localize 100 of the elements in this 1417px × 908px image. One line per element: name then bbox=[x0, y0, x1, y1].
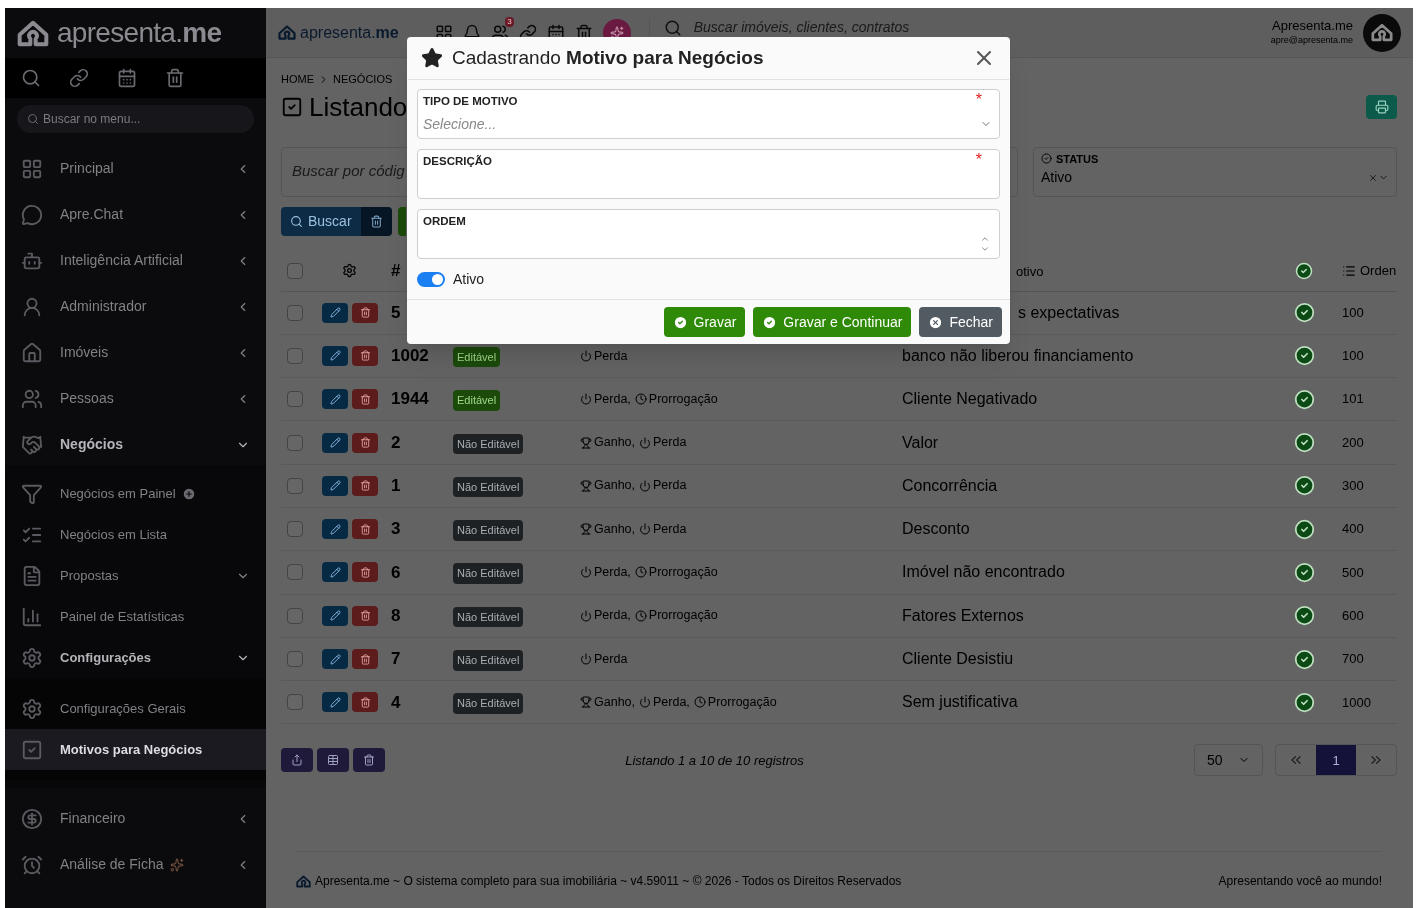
search-button[interactable]: Buscar bbox=[281, 206, 361, 236]
brand-logo-text: apresenta.me bbox=[57, 16, 222, 50]
column-header[interactable]: Orden bbox=[1360, 260, 1397, 281]
close-button[interactable]: Fechar bbox=[919, 307, 1002, 337]
trophy-icon bbox=[580, 436, 592, 449]
printer-icon bbox=[1374, 100, 1389, 114]
row-checkbox[interactable] bbox=[287, 651, 303, 667]
edit-button[interactable] bbox=[322, 432, 348, 453]
columns-button[interactable] bbox=[317, 748, 349, 773]
power-icon bbox=[580, 653, 592, 665]
delete-button[interactable] bbox=[352, 605, 378, 626]
sidebar-item[interactable]: Imóveis bbox=[5, 332, 266, 373]
bulk-delete-button[interactable] bbox=[353, 748, 385, 773]
delete-button[interactable] bbox=[352, 345, 378, 366]
trash-icon bbox=[359, 350, 371, 362]
edit-button[interactable] bbox=[322, 389, 348, 410]
page-button[interactable]: 1 bbox=[1316, 745, 1356, 776]
trophy-icon bbox=[580, 523, 592, 536]
edit-button[interactable] bbox=[322, 562, 348, 583]
sidebar-item[interactable]: Pessoas bbox=[5, 378, 266, 419]
sidebar-item[interactable]: Administrador bbox=[5, 286, 266, 327]
row-checkbox[interactable] bbox=[287, 434, 303, 451]
sidebar-item[interactable]: Motivos para Negócios bbox=[5, 729, 266, 770]
row-checkbox[interactable] bbox=[287, 607, 303, 624]
row-checkbox[interactable] bbox=[287, 521, 303, 538]
search-icon bbox=[290, 214, 303, 228]
save-button[interactable]: Gravar e Continuar bbox=[753, 307, 912, 337]
column-header[interactable]: otivo bbox=[1016, 261, 1044, 281]
input-field[interactable]: DESCRIÇÃO * bbox=[417, 149, 1000, 199]
row-checkbox[interactable] bbox=[287, 391, 303, 408]
edit-button[interactable] bbox=[322, 519, 348, 540]
id-cell-text: 7 bbox=[391, 648, 402, 671]
clear-icon[interactable] bbox=[1368, 172, 1378, 183]
sidebar-item[interactable]: Configurações bbox=[5, 637, 266, 678]
input-field[interactable]: ORDEM bbox=[417, 209, 1000, 259]
print-button[interactable] bbox=[1366, 95, 1397, 119]
id-cell-text: 5 bbox=[391, 301, 402, 324]
delete-button[interactable] bbox=[352, 389, 378, 410]
sidebar-item[interactable]: Propostas bbox=[5, 555, 266, 596]
user-email: apre@apresenta.me bbox=[1270, 33, 1353, 47]
type-label: Perda bbox=[653, 477, 687, 495]
add-icon[interactable] bbox=[181, 486, 196, 501]
sidebar-item[interactable]: Negócios bbox=[5, 424, 266, 465]
row-checkbox[interactable] bbox=[287, 694, 303, 711]
logo-icon bbox=[278, 25, 296, 40]
clock-icon bbox=[634, 609, 647, 622]
select-field[interactable]: TIPO DE MOTIVO * Selecione... bbox=[417, 89, 1000, 139]
delete-button[interactable] bbox=[352, 432, 378, 453]
select-all-checkbox[interactable] bbox=[287, 262, 303, 279]
order-cell-text: 100 bbox=[1342, 303, 1365, 322]
page-size-select[interactable]: 50 bbox=[1194, 744, 1263, 777]
sidebar-item[interactable]: Principal bbox=[5, 148, 266, 189]
clear-filters-button[interactable] bbox=[360, 206, 392, 236]
delete-button[interactable] bbox=[352, 649, 378, 669]
clock-icon bbox=[693, 696, 706, 709]
menu-search-field[interactable]: Buscar no menu... bbox=[17, 105, 254, 133]
sidebar-item[interactable]: Apre.Chat bbox=[5, 194, 266, 235]
breadcrumb-link[interactable]: HOME bbox=[281, 71, 314, 88]
breadcrumb-link[interactable]: NEGÓCIOS bbox=[333, 71, 393, 88]
document-icon bbox=[21, 564, 43, 587]
sidebar-item[interactable]: Análise de Ficha bbox=[5, 844, 266, 885]
table-icon bbox=[327, 754, 339, 767]
sidebar-item[interactable]: Inteligência Artificial bbox=[5, 240, 266, 281]
edit-button[interactable] bbox=[322, 345, 348, 366]
edit-button[interactable] bbox=[322, 649, 348, 669]
sidebar-item[interactable]: Financeiro bbox=[5, 798, 266, 839]
order-cell-text: 500 bbox=[1342, 563, 1365, 582]
sidebar-item[interactable]: Painel de Estatísticas bbox=[5, 596, 266, 637]
delete-button[interactable] bbox=[352, 519, 378, 540]
row-checkbox[interactable] bbox=[287, 304, 303, 321]
edit-button[interactable] bbox=[322, 475, 348, 496]
delete-button[interactable] bbox=[352, 475, 378, 496]
gear-icon bbox=[342, 263, 357, 278]
logo-icon bbox=[1371, 23, 1393, 42]
trophy-icon bbox=[580, 696, 592, 709]
check-circle-icon bbox=[762, 314, 778, 330]
global-search-placeholder[interactable]: Buscar imóveis, clientes, contratos bbox=[693, 19, 910, 35]
trash-icon bbox=[359, 437, 371, 449]
type-label: Ganho, bbox=[594, 693, 635, 711]
active-toggle[interactable] bbox=[417, 271, 445, 287]
search-icon[interactable] bbox=[21, 68, 41, 88]
delete-button[interactable] bbox=[352, 302, 378, 323]
delete-button[interactable] bbox=[352, 692, 378, 713]
export-button[interactable] bbox=[281, 748, 313, 773]
edit-button[interactable] bbox=[322, 302, 348, 323]
user-avatar[interactable] bbox=[1363, 13, 1401, 52]
row-checkbox[interactable] bbox=[287, 564, 303, 581]
footer-tagline: Apresentando você ao mundo! bbox=[1218, 873, 1382, 891]
checkbox-icon bbox=[21, 738, 43, 761]
edit-button[interactable] bbox=[322, 605, 348, 626]
sidebar-item[interactable]: Configurações Gerais bbox=[5, 688, 266, 729]
search-icon[interactable] bbox=[663, 19, 682, 37]
sidebar-item[interactable]: Negócios em Lista bbox=[5, 514, 266, 555]
delete-button[interactable] bbox=[352, 562, 378, 583]
edit-button[interactable] bbox=[322, 692, 348, 713]
save-button[interactable]: Gravar bbox=[663, 307, 746, 337]
row-checkbox[interactable] bbox=[287, 347, 303, 364]
sidebar-item[interactable]: Negócios em Painel bbox=[5, 473, 266, 514]
status-select[interactable]: STATUS Ativo bbox=[1033, 146, 1397, 197]
row-checkbox[interactable] bbox=[287, 477, 303, 494]
